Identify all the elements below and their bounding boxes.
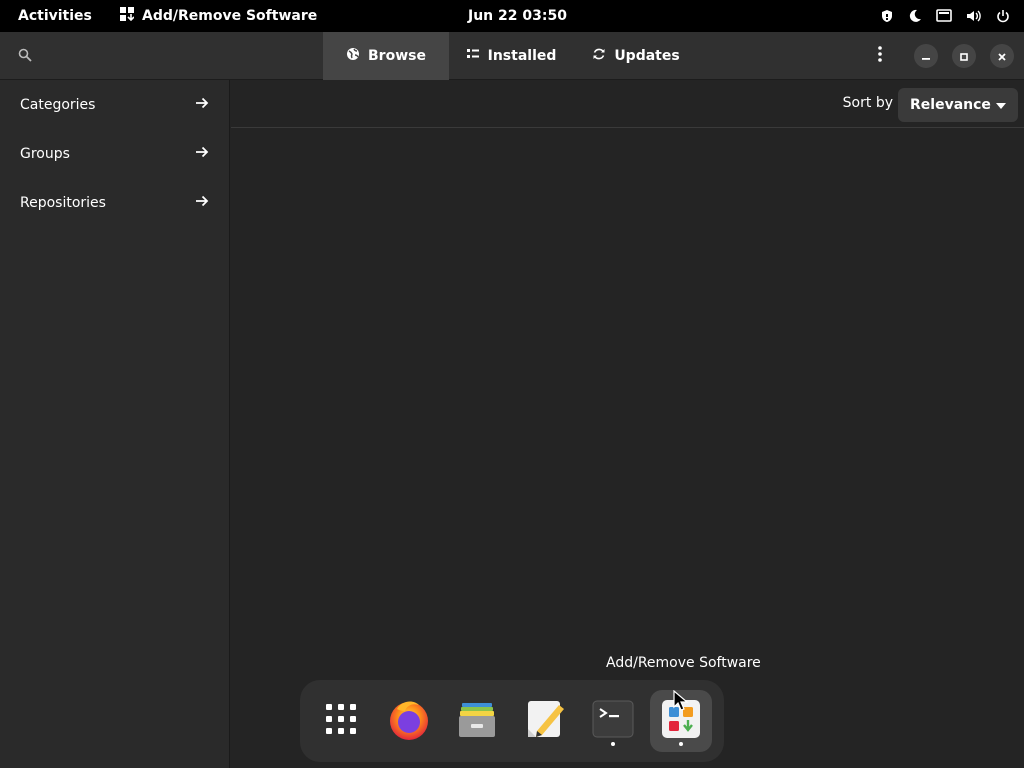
tab-installed[interactable]: Installed	[449, 32, 573, 80]
shield-icon[interactable]	[880, 9, 894, 23]
app-menu[interactable]: Add/Remove Software	[120, 0, 317, 32]
sidebar-item-label: Categories	[20, 96, 96, 113]
running-indicator	[611, 742, 615, 746]
window-controls	[868, 32, 1014, 80]
dock-item-archive-manager[interactable]	[446, 690, 508, 752]
list-icon	[466, 47, 480, 65]
close-icon	[997, 47, 1007, 66]
power-icon[interactable]	[996, 9, 1010, 23]
night-light-icon[interactable]	[908, 9, 922, 23]
screen-icon[interactable]	[936, 9, 952, 23]
firefox-icon	[387, 697, 431, 745]
arrow-right-icon	[195, 194, 209, 212]
system-tray[interactable]	[880, 0, 1010, 32]
chevron-down-icon	[996, 97, 1006, 113]
app-grid-icon	[120, 7, 135, 25]
text-editor-icon	[523, 697, 567, 745]
tab-browse-label: Browse	[368, 48, 426, 64]
dock	[300, 680, 724, 762]
search-button[interactable]	[10, 42, 40, 70]
volume-icon[interactable]	[966, 9, 982, 23]
activities-button[interactable]: Activities	[18, 0, 92, 32]
terminal-icon	[592, 700, 634, 742]
sort-value: Relevance	[910, 97, 991, 113]
minimize-button[interactable]	[914, 44, 938, 68]
maximize-icon	[959, 47, 969, 66]
sort-label: Sort by	[842, 95, 893, 111]
refresh-icon	[592, 47, 606, 65]
main-menu-button[interactable]	[868, 44, 892, 68]
running-indicator	[679, 742, 683, 746]
sort-bar: Sort by Relevance	[231, 80, 1024, 128]
sidebar-item-label: Groups	[20, 145, 70, 162]
arrow-right-icon	[195, 96, 209, 114]
dock-item-firefox[interactable]	[378, 690, 440, 752]
maximize-button[interactable]	[952, 44, 976, 68]
tab-updates-label: Updates	[614, 48, 680, 64]
view-switcher: Browse Installed Updates	[323, 32, 699, 80]
header-bar: Browse Installed Updates	[0, 32, 1024, 80]
app-grid-icon	[325, 703, 357, 739]
tab-installed-label: Installed	[487, 48, 557, 64]
sidebar-item-categories[interactable]: Categories	[0, 80, 229, 129]
top-bar: Activities Add/Remove Software Jun 22 03…	[0, 0, 1024, 32]
dock-tooltip: Add/Remove Software	[606, 655, 761, 671]
sort-dropdown[interactable]: Relevance	[898, 88, 1018, 122]
sidebar-item-groups[interactable]: Groups	[0, 129, 229, 178]
mouse-cursor-icon	[673, 689, 689, 716]
arrow-right-icon	[195, 145, 209, 163]
kebab-menu-icon	[878, 46, 882, 66]
clock[interactable]: Jun 22 03:50	[468, 0, 567, 32]
search-icon	[18, 47, 32, 66]
tab-updates[interactable]: Updates	[573, 32, 699, 80]
globe-icon	[346, 47, 360, 65]
dock-item-terminal[interactable]	[582, 690, 644, 752]
close-button[interactable]	[990, 44, 1014, 68]
app-menu-label: Add/Remove Software	[142, 8, 318, 24]
dock-item-text-editor[interactable]	[514, 690, 576, 752]
tab-browse[interactable]: Browse	[323, 32, 449, 80]
minimize-icon	[921, 47, 931, 66]
sidebar-item-repositories[interactable]: Repositories	[0, 178, 229, 227]
sidebar-item-label: Repositories	[20, 194, 106, 211]
archive-box-icon	[455, 697, 499, 745]
sidebar: Categories Groups Repositories	[0, 80, 230, 768]
show-apps-button[interactable]	[310, 690, 372, 752]
